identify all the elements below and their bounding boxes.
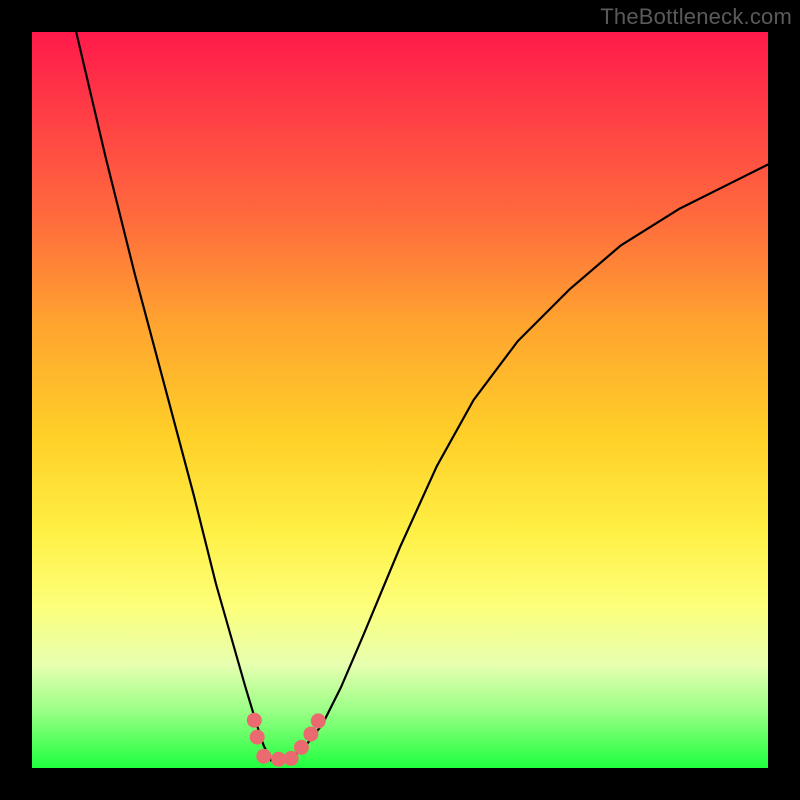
bottleneck-curve [76,32,768,761]
curve-svg [32,32,768,768]
trough-marker [303,727,318,742]
trough-marker [247,713,262,728]
trough-marker [250,730,265,745]
chart-frame: TheBottleneck.com [0,0,800,800]
trough-marker [256,749,271,764]
trough-marker [284,751,299,766]
trough-marker [294,740,309,755]
trough-marker [311,713,326,728]
watermark-text: TheBottleneck.com [600,4,792,30]
plot-area [32,32,768,768]
trough-markers [247,713,326,767]
